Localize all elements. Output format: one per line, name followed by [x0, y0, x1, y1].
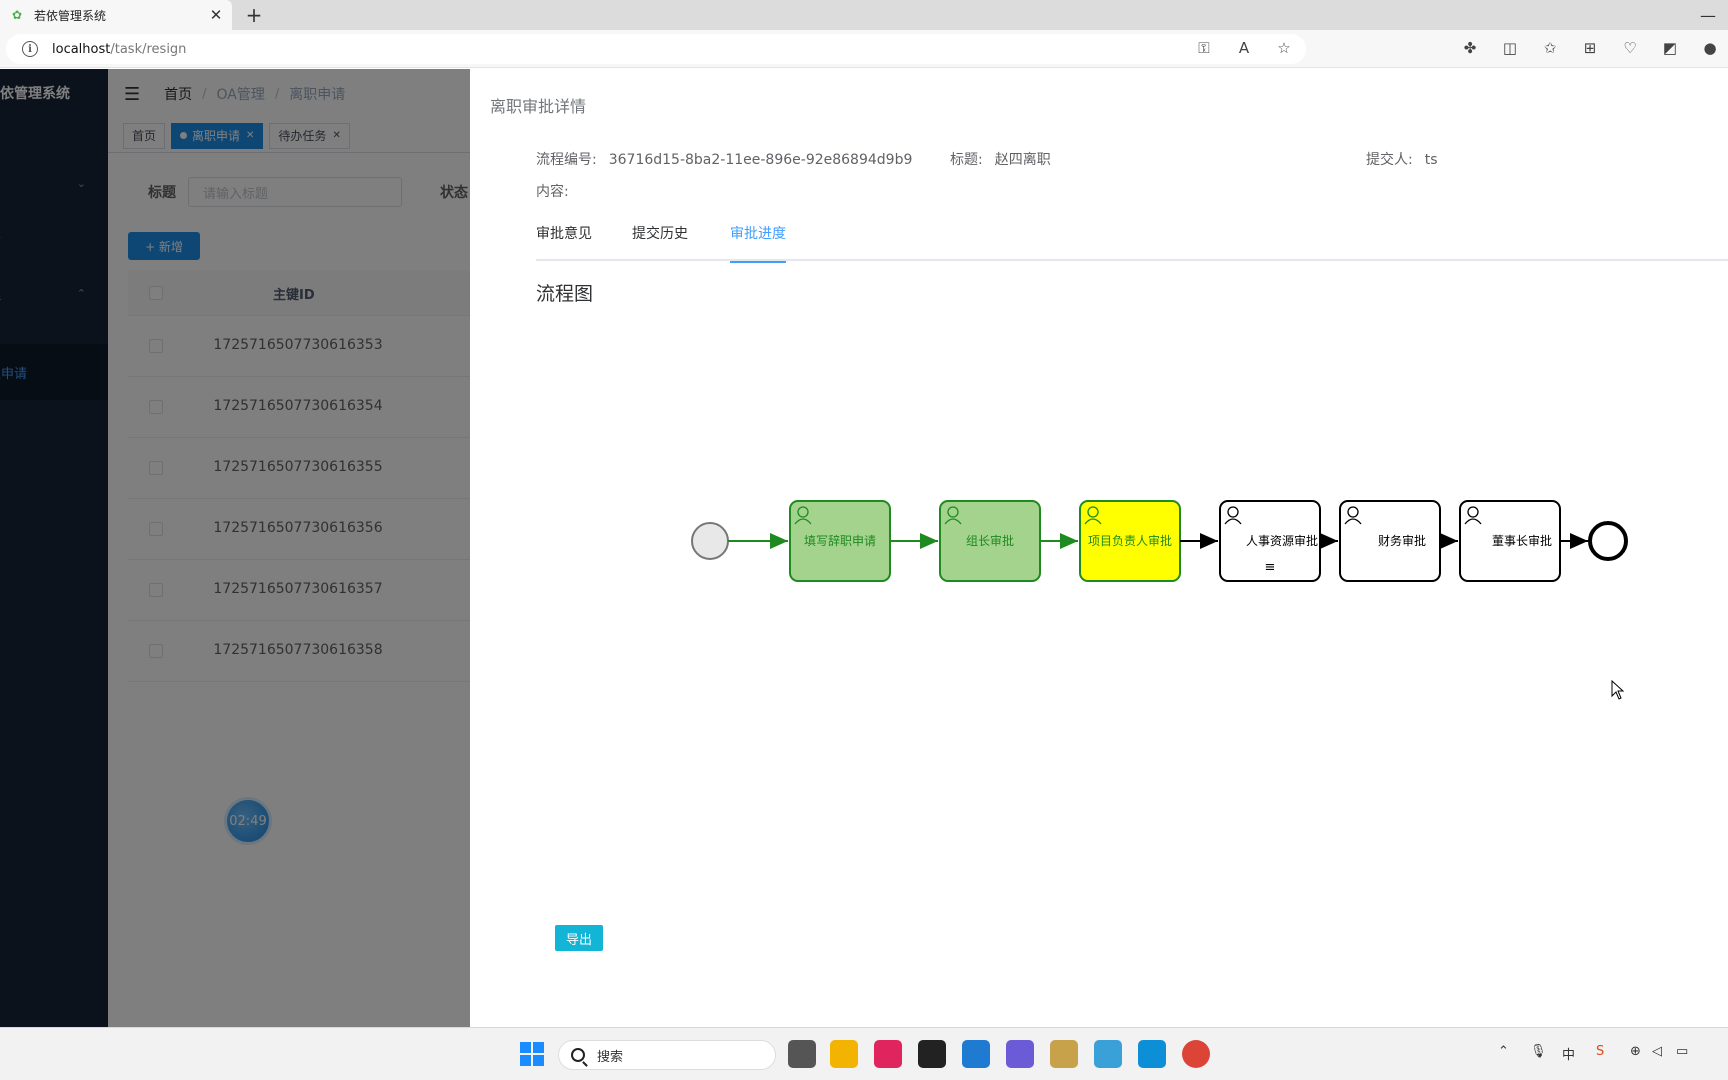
task-label-0: 填写辞职申请: [804, 533, 876, 548]
task-label-1: 组长审批: [966, 533, 1014, 548]
network-icon[interactable]: ⊕: [1630, 1044, 1641, 1059]
battery-icon[interactable]: ▭: [1676, 1044, 1688, 1059]
task-view-icon[interactable]: [788, 1040, 816, 1068]
content-label: 内容:: [536, 184, 569, 200]
drawer-title: 离职审批详情: [490, 97, 587, 116]
tab-submit-history[interactable]: 提交历史: [632, 221, 688, 261]
submitter: 提交人: ts: [1366, 152, 1438, 168]
browser-essentials-icon[interactable]: ♡: [1620, 38, 1640, 58]
browser-tabbar: ✿ 若依管理系统 ✕ + —: [0, 0, 1728, 30]
new-tab-icon[interactable]: +: [242, 3, 266, 27]
task-label-5: 董事长审批: [1492, 533, 1552, 548]
terminal-icon[interactable]: [918, 1040, 946, 1068]
chrome-browser-icon[interactable]: [1182, 1040, 1210, 1068]
address-path: /task/resign: [110, 41, 187, 57]
edge-browser-icon[interactable]: [1138, 1040, 1166, 1068]
photos-icon[interactable]: [1006, 1040, 1034, 1068]
profile-avatar-icon[interactable]: ●: [1700, 38, 1720, 58]
intellij-icon[interactable]: [874, 1040, 902, 1068]
favorites-icon[interactable]: ✩: [1540, 38, 1560, 58]
split-screen-icon[interactable]: ◫: [1500, 38, 1520, 58]
windows-start-icon[interactable]: [520, 1042, 544, 1066]
taskbar-search[interactable]: 搜索: [558, 1040, 776, 1070]
browser-tab[interactable]: ✿ 若依管理系统 ✕: [0, 0, 232, 30]
vscode-icon[interactable]: [962, 1040, 990, 1068]
tray-expand-icon[interactable]: ⌃: [1498, 1044, 1509, 1059]
edge-sidebar-icon[interactable]: ◩: [1660, 38, 1680, 58]
app-favicon-icon: ✿: [11, 8, 23, 22]
search-icon: [571, 1048, 585, 1062]
tab-title: 若依管理系统: [34, 8, 107, 23]
mouse-cursor-icon: [1611, 680, 1625, 700]
window-minimize-icon[interactable]: —: [1696, 4, 1720, 26]
address-bar-area: i localhost/task/resign ⚿ A ☆ ✤ ◫ ✩ ⊞ ♡ …: [0, 30, 1728, 68]
tab-approval-comments[interactable]: 审批意见: [536, 221, 592, 261]
export-button[interactable]: 导出: [555, 925, 603, 951]
site-info-icon[interactable]: i: [22, 41, 38, 57]
end-event: [1588, 521, 1628, 561]
process-diagram-svg: 填写辞职申请 组长审批 项目负责人审批 人事资源审批 ≡ 财务审批 董事长审批: [691, 500, 1628, 582]
microphone-icon[interactable]: 🎙: [1530, 1044, 1547, 1059]
sogou-ime-icon[interactable]: S: [1596, 1044, 1604, 1059]
tab-approval-progress[interactable]: 审批进度: [730, 221, 786, 263]
address-input[interactable]: i localhost/task/resign: [6, 34, 1306, 64]
address-host: localhost: [52, 41, 111, 57]
task-label-4: 财务审批: [1378, 533, 1426, 548]
key-icon[interactable]: ⚿: [1194, 38, 1214, 58]
task-label-3: 人事资源审批: [1246, 533, 1318, 548]
ime-indicator[interactable]: 中: [1562, 1044, 1575, 1063]
file-explorer-icon[interactable]: [830, 1040, 858, 1068]
volume-icon[interactable]: ◁: [1652, 1044, 1662, 1059]
process-no: 流程编号: 36716d15-8ba2-11ee-896e-92e86894d9b…: [536, 152, 913, 168]
start-event: [691, 522, 729, 560]
favorite-star-icon[interactable]: ☆: [1274, 38, 1294, 58]
close-tab-icon[interactable]: ✕: [208, 6, 224, 24]
app-icon[interactable]: [1094, 1040, 1122, 1068]
extensions-icon[interactable]: ✤: [1460, 38, 1480, 58]
detail-drawer: 离职审批详情 流程编号: 36716d15-8ba2-11ee-896e-92e8…: [470, 69, 1728, 1027]
process-diagram: 填写辞职申请 组长审批 项目负责人审批 人事资源审批 ≡ 财务审批 董事长审批: [470, 469, 1728, 629]
task-label-2: 项目负责人审批: [1088, 533, 1172, 548]
process-title: 标题: 赵四离职: [950, 152, 1051, 168]
detail-tabs: 审批意见 提交历史 审批进度: [536, 221, 1728, 263]
flow-title: 流程图: [536, 283, 594, 305]
archive-app-icon[interactable]: [1050, 1040, 1078, 1068]
windows-taskbar: 搜索 ⌃ 🎙 中 S ⊕ ◁ ▭: [0, 1027, 1728, 1080]
collections-icon[interactable]: ⊞: [1580, 38, 1600, 58]
multi-instance-icon: ≡: [1265, 560, 1276, 575]
read-aloud-icon[interactable]: A: [1234, 38, 1254, 58]
